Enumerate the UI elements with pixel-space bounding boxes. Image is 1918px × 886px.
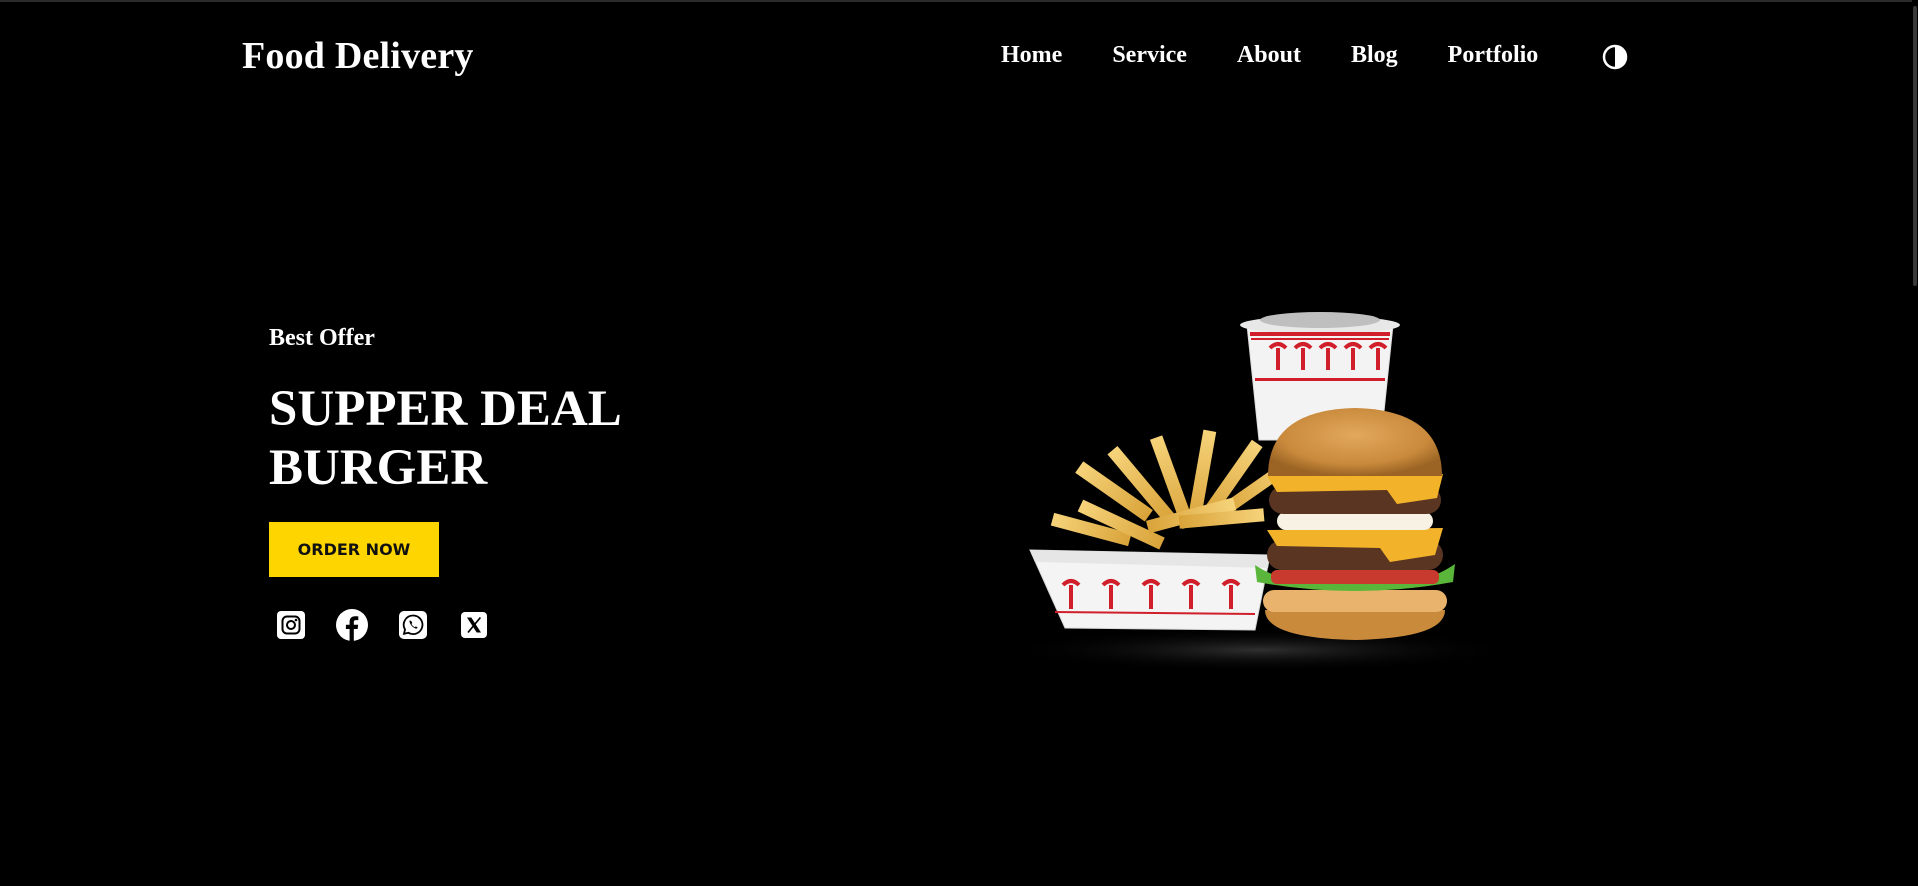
nav-service[interactable]: Service [1112,42,1187,69]
brand-logo[interactable]: Food Delivery [242,34,474,78]
instagram-icon[interactable] [274,608,308,642]
facebook-icon[interactable] [335,608,369,642]
hero-title-line2: BURGER [269,440,488,496]
top-border [0,0,1918,2]
burger-combo-image [1000,312,1520,672]
double-cheeseburger [1255,408,1455,640]
hero-title-line1: SUPPER DEAL [269,381,622,437]
contrast-icon[interactable] [1602,44,1628,70]
order-now-button[interactable]: ORDER NOW [269,522,439,577]
french-fries [1050,429,1295,550]
hero-title: SUPPER DEAL BURGER [269,380,829,498]
offer-label: Best Offer [269,325,375,351]
whatsapp-icon[interactable] [396,608,430,642]
nav-home[interactable]: Home [1001,42,1062,69]
nav-about[interactable]: About [1237,42,1301,69]
nav-blog[interactable]: Blog [1351,42,1398,69]
social-links [274,608,518,642]
main-nav: Home Service About Blog Portfolio [1001,42,1588,69]
nav-portfolio[interactable]: Portfolio [1448,42,1539,69]
scrollbar[interactable] [1912,0,1918,886]
fries-tray [1029,549,1271,631]
scrollbar-thumb[interactable] [1913,6,1917,286]
x-icon[interactable] [457,608,491,642]
